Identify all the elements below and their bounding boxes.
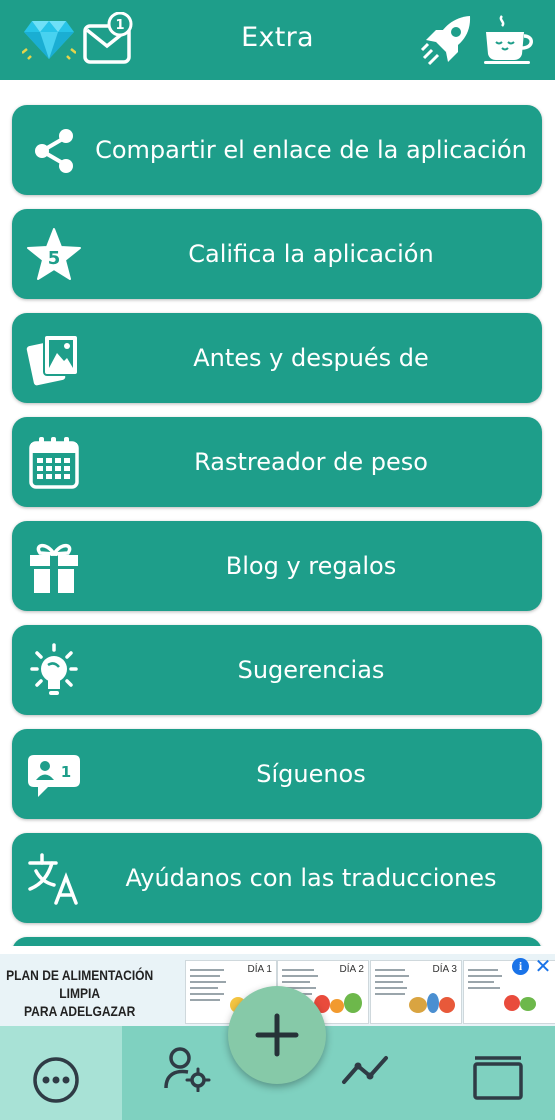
before-after-button[interactable]: Antes y después de <box>12 313 542 403</box>
menu-item-label: Rastreador de peso <box>194 447 428 476</box>
ad-card-day3[interactable]: DÍA 3 <box>370 960 462 1024</box>
star-badge: 5 <box>48 248 61 269</box>
menu-item-label: Antes y después de <box>193 343 429 372</box>
weight-tracker-button[interactable]: Rastreador de peso <box>12 417 542 507</box>
more-icon[interactable] <box>32 1056 80 1104</box>
follow-badge: 1 <box>61 763 71 781</box>
blog-gifts-button[interactable]: Blog y regalos <box>12 521 542 611</box>
share-app-link-button[interactable]: Compartir el enlace de la aplicación <box>12 105 542 195</box>
suggestions-button[interactable]: Sugerencias <box>12 625 542 715</box>
progress-chart-icon[interactable] <box>340 1052 392 1088</box>
follow-us-button[interactable]: 1 Síguenos <box>12 729 542 819</box>
calendar-icon <box>26 435 82 491</box>
extra-menu-list[interactable]: Compartir el enlace de la aplicación 5 C… <box>0 80 555 946</box>
window-icon[interactable] <box>472 1056 524 1102</box>
menu-item-label: Blog y regalos <box>225 551 397 580</box>
menu-item-label: Sugerencias <box>237 655 385 684</box>
help-translate-button[interactable]: Ayúdanos con las traducciones <box>12 833 542 923</box>
add-button[interactable] <box>228 986 326 1084</box>
coffee-cup-icon[interactable] <box>482 14 538 66</box>
ad-card-day-label: DÍA 3 <box>432 964 457 975</box>
ad-headline-line1: PLAN DE ALIMENTACIÓN LIMPIA <box>6 967 154 1001</box>
ad-headline-line2: PARA ADELGAZAR <box>24 1003 136 1019</box>
lightbulb-icon <box>26 643 82 699</box>
menu-item-label: Ayúdanos con las traducciones <box>125 863 497 892</box>
photos-icon <box>26 331 82 387</box>
ad-info-icon[interactable]: i <box>512 958 529 975</box>
add-icon <box>255 1013 299 1057</box>
menu-item-label: Compartir el enlace de la aplicación <box>95 135 527 164</box>
ad-headline[interactable]: PLAN DE ALIMENTACIÓN LIMPIA PARA ADELGAZ… <box>4 966 155 1020</box>
ad-close-icon[interactable]: ✕ <box>533 956 553 976</box>
app-header: 1 Extra <box>0 0 555 80</box>
menu-item-label: Síguenos <box>256 759 366 788</box>
star-rating-icon: 5 <box>26 227 82 283</box>
profile-settings-icon[interactable] <box>162 1044 212 1093</box>
menu-item-label: Califica la aplicación <box>188 239 434 268</box>
gift-icon <box>26 539 82 595</box>
translate-icon <box>26 851 82 907</box>
menu-item-partial[interactable] <box>12 937 542 946</box>
rate-app-button[interactable]: 5 Califica la aplicación <box>12 209 542 299</box>
rocket-icon[interactable] <box>420 12 476 68</box>
ad-card-day-label: DÍA 1 <box>247 964 272 975</box>
ad-card-day-label: DÍA 2 <box>339 964 364 975</box>
follow-chat-icon: 1 <box>26 747 82 803</box>
share-icon <box>26 123 82 179</box>
